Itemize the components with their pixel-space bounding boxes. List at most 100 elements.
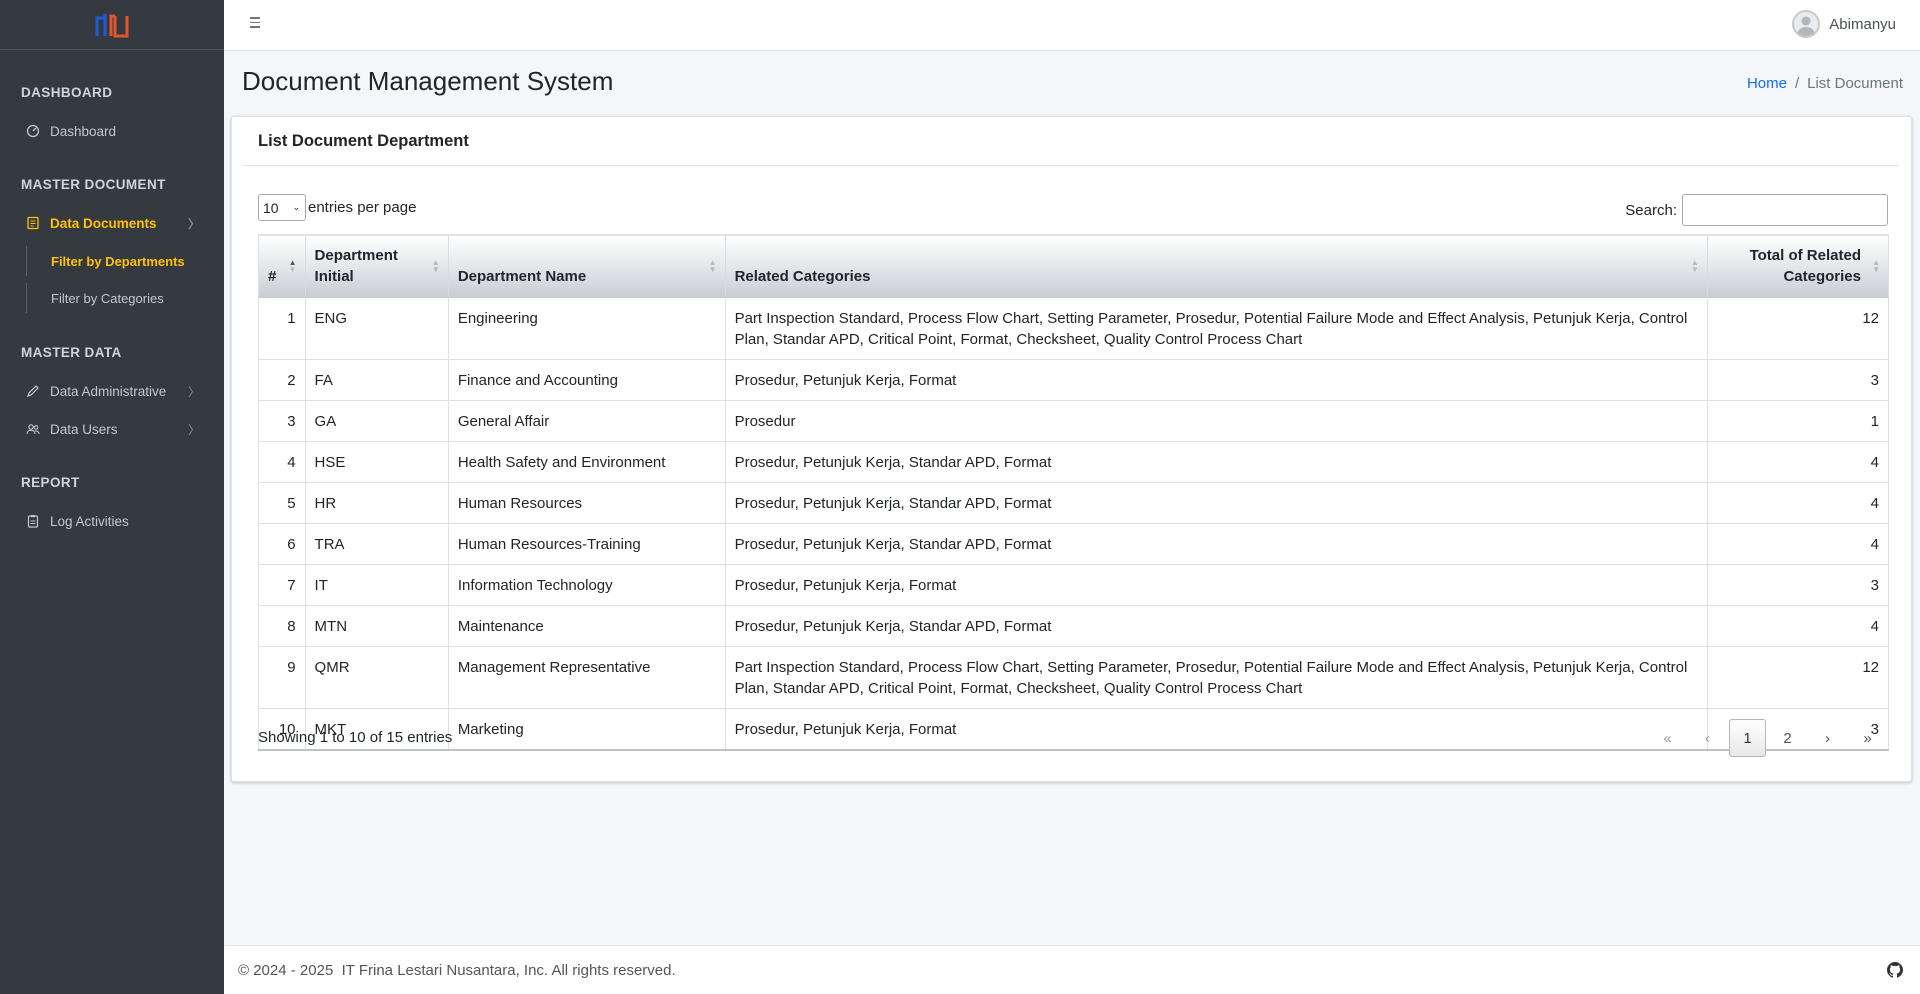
cell-department-initial: FA [304,359,449,401]
cell-total-related: 4 [1706,482,1890,524]
table-row: 9 QMR Management Representative Part Inspec… [258,646,1890,709]
cell-department-initial: ENG [304,297,449,360]
page-2-button[interactable]: 2 [1769,719,1806,757]
page-1-button[interactable]: 1 [1729,719,1766,757]
cell-related-categories: Part Inspection Standard, Process Flow C… [724,646,1708,709]
sidebar-item-dashboard[interactable]: Dashboard [0,115,224,147]
chevron-right-icon: 〉 [187,422,200,437]
table-row: 8 MTN Maintenance Prosedur, Petunjuk Kerja,… [258,605,1890,647]
search-label: Search: [1625,201,1677,219]
copyright-text: © 2024 - 2025 IT Frina Lestari Nusantara… [238,961,676,979]
search-input[interactable] [1682,194,1888,226]
cell-department-name: Management Representative [447,646,726,709]
cell-related-categories: Prosedur, Petunjuk Kerja, Standar APD, F… [724,441,1708,483]
column-header-department-name[interactable]: Department Name ▲ ▼ [447,234,726,298]
table-row: 2 FA Finance and Accounting Prosedur, Petun… [258,359,1890,401]
entries-per-page-value: 10 [263,199,279,216]
cell-related-categories: Prosedur, Petunjuk Kerja, Standar APD, F… [724,605,1708,647]
cell-related-categories: Prosedur, Petunjuk Kerja, Format [724,708,1708,751]
table-row: 3 GA General Affair Prosedur 1 [258,400,1890,442]
cell-row-number: 9 [258,646,306,709]
sidebar-item-log-activities[interactable]: Log Activities [0,505,224,537]
page-title: Document Management System [242,66,614,96]
nav-header-report: REPORT [21,475,80,490]
user-name: Abimanyu [1829,15,1896,33]
sidebar-item-data-administrative[interactable]: Data Administrative 〉 [0,375,224,407]
cell-total-related: 12 [1706,297,1890,360]
cell-department-name: Health Safety and Environment [447,441,726,483]
chevron-down-icon: ⌄ [292,202,300,212]
pagination: « ‹ 1 2 › » [1646,719,1886,757]
sort-icon: ▲ ▼ [1872,258,1880,274]
sidebar-item-label: Data Documents [50,215,157,231]
cell-total-related: 4 [1706,523,1890,565]
cell-row-number: 6 [258,523,306,565]
sort-icon: ▲ ▼ [431,258,440,274]
cell-total-related: 4 [1706,441,1890,483]
brand-logo[interactable] [0,0,224,50]
table-row: 7 IT Information Technology Prosedur, Petun… [258,564,1890,606]
cell-total-related: 3 [1706,359,1890,401]
sort-icon: ▲ ▼ [1690,258,1699,274]
cell-department-name: Marketing [447,708,726,751]
menu-toggle-icon[interactable] [250,17,264,31]
table-row: 1 ENG Engineering Part Inspection Standard,… [258,297,1890,360]
sort-asc-icon: ▲ ▼ [288,258,297,274]
breadcrumb: Home / List Document [1747,75,1903,92]
sidebar-item-data-documents[interactable]: Data Documents 〉 [0,207,224,239]
table-controls: 10 ⌄ entries per page Search: [258,194,1888,226]
next-page-button[interactable]: › [1809,719,1846,757]
column-header-total-related[interactable]: Total of Related Categories ▲ ▼ [1706,234,1890,298]
cell-related-categories: Prosedur [724,400,1708,442]
cell-department-name: Human Resources [447,482,726,524]
nav-header-dashboard: DASHBOARD [21,85,113,100]
document-icon [26,216,40,230]
cell-related-categories: Prosedur, Petunjuk Kerja, Standar APD, F… [724,482,1708,524]
cell-department-name: Information Technology [447,564,726,606]
cell-department-initial: TRA [304,523,449,565]
table-row: 10 MKT Marketing Prosedur, Petunjuk Kerja, … [258,708,1890,751]
chevron-right-icon: 〉 [187,384,200,399]
sidebar-item-label: Data Users [50,421,118,437]
sidebar-item-data-users[interactable]: Data Users 〉 [0,413,224,445]
sidebar-subitem-filter-categories[interactable]: Filter by Categories [26,283,224,313]
cell-total-related: 4 [1706,605,1890,647]
cell-related-categories: Prosedur, Petunjuk Kerja, Standar APD, F… [724,523,1708,565]
card-title: List Document Department [244,117,1899,166]
top-navbar: Abimanyu [224,0,1920,51]
cell-department-initial: MTN [304,605,449,647]
entries-per-page-select[interactable]: 10 ⌄ [258,194,306,221]
nav-header-master-data: MASTER DATA [21,345,122,360]
table-row: 4 HSE Health Safety and Environment Prosedu… [258,441,1890,483]
column-header-department-initial[interactable]: Department Initial ▲ ▼ [304,234,449,298]
cell-row-number: 3 [258,400,306,442]
cell-related-categories: Prosedur, Petunjuk Kerja, Format [724,359,1708,401]
search-control: Search: [1625,194,1888,226]
entries-length-control: 10 ⌄ entries per page [258,194,416,221]
cell-department-initial: QMR [304,646,449,709]
sidebar-subitem-filter-departments[interactable]: Filter by Departments [26,246,224,276]
sidebar-item-label: Log Activities [50,513,129,529]
entries-per-page-label: entries per page [308,199,417,216]
logo-icon [95,13,129,37]
column-header-related-categories[interactable]: Related Categories ▲ ▼ [724,234,1708,298]
cell-row-number: 2 [258,359,306,401]
github-icon[interactable] [1887,962,1903,978]
cell-department-name: Engineering [447,297,726,360]
breadcrumb-home-link[interactable]: Home [1747,75,1787,92]
sidebar-item-label: Data Administrative [50,383,167,399]
first-page-button[interactable]: « [1649,719,1686,757]
column-header-number[interactable]: # ▲ ▼ [258,234,306,298]
table-row: 6 TRA Human Resources-Training Prosedur, Pe… [258,523,1890,565]
table-row: 5 HR Human Resources Prosedur, Petunjuk Ker… [258,482,1890,524]
sidebar: DASHBOARD Dashboard MASTER DOCUMENT Data… [0,0,224,994]
users-icon [26,422,40,436]
breadcrumb-current: List Document [1807,75,1903,92]
cell-department-initial: HR [304,482,449,524]
last-page-button[interactable]: » [1849,719,1886,757]
prev-page-button[interactable]: ‹ [1689,719,1726,757]
user-menu[interactable]: Abimanyu [1792,10,1896,38]
footer: © 2024 - 2025 IT Frina Lestari Nusantara… [224,945,1920,994]
dashboard-icon [26,124,40,138]
document-department-card: List Document Department 10 ⌄ entries pe… [231,116,1912,782]
